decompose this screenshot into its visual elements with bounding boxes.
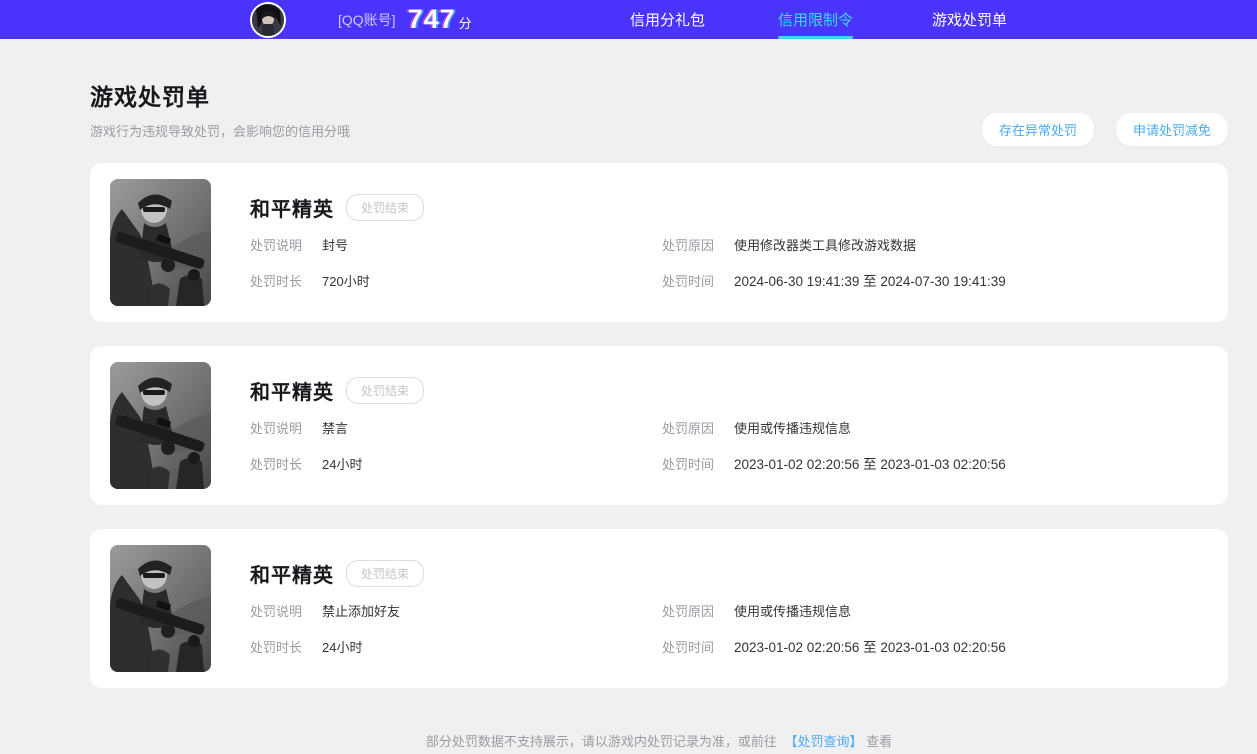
desc-label: 处罚说明 <box>250 604 303 619</box>
status-badge: 处罚结束 <box>346 377 425 404</box>
desc-label: 处罚说明 <box>250 421 303 436</box>
game-cover-image <box>110 179 211 306</box>
account-type-label: [QQ账号] <box>338 11 396 28</box>
penalty-card: 和平精英 处罚结束 处罚说明 禁止添加好友 处罚原因 使用或传播违规信息 处罚时… <box>90 529 1228 688</box>
time-label: 处罚时间 <box>662 639 715 655</box>
user-avatar[interactable] <box>250 2 286 38</box>
footer-text-before: 部分处罚数据不支持展示，请以游戏内处罚记录为准，或前往 <box>425 734 777 749</box>
penalty-card-body: 和平精英 处罚结束 处罚说明 封号 处罚原因 使用修改器类工具修改游戏数据 处罚… <box>250 179 1228 306</box>
penalty-card-body: 和平精英 处罚结束 处罚说明 禁止添加好友 处罚原因 使用或传播违规信息 处罚时… <box>250 545 1228 672</box>
tab-game-penalty[interactable]: 游戏处罚单 <box>932 0 1007 39</box>
duration-value: 720小时 <box>322 273 370 289</box>
reason-value: 使用修改器类工具修改游戏数据 <box>734 238 917 253</box>
duration-label: 处罚时长 <box>250 639 303 655</box>
status-badge: 处罚结束 <box>346 194 425 221</box>
desc-value: 封号 <box>322 238 349 253</box>
game-thumbnail <box>110 545 211 672</box>
abnormal-penalty-button[interactable]: 存在异常处罚 <box>981 113 1094 146</box>
time-label: 处罚时间 <box>662 273 715 289</box>
footer-text-after: 查看 <box>866 734 893 749</box>
tab-credit-gift[interactable]: 信用分礼包 <box>630 0 705 39</box>
game-name: 和平精英 <box>250 199 334 221</box>
credit-score: [QQ账号] 747 分 <box>338 0 472 39</box>
page-header: 游戏处罚单 游戏行为违规导致处罚，会影响您的信用分哦 存在异常处罚 申请处罚减免 <box>90 39 1228 146</box>
penalty-reduction-button[interactable]: 申请处罚减免 <box>1115 113 1228 146</box>
page-title: 游戏处罚单 <box>90 84 210 110</box>
reason-label: 处罚原因 <box>662 238 715 253</box>
reason-label: 处罚原因 <box>662 421 715 436</box>
tab-credit-restriction[interactable]: 信用限制令 <box>778 0 854 39</box>
duration-label: 处罚时长 <box>250 456 303 472</box>
penalty-card: 和平精英 处罚结束 处罚说明 禁言 处罚原因 使用或传播违规信息 处罚时长 24… <box>90 346 1228 505</box>
credit-score-value: 747 <box>407 4 456 34</box>
reason-value: 使用或传播违规信息 <box>734 604 852 619</box>
time-value: 2024-06-30 19:41:39 至 2024-07-30 19:41:3… <box>734 274 1006 289</box>
game-name: 和平精英 <box>250 565 334 587</box>
reason-value: 使用或传播违规信息 <box>734 421 852 436</box>
time-value: 2023-01-02 02:20:56 至 2023-01-03 02:20:5… <box>734 640 1006 655</box>
duration-label: 处罚时长 <box>250 273 303 289</box>
reason-label: 处罚原因 <box>662 604 715 619</box>
top-navbar: [QQ账号] 747 分 信用分礼包 信用限制令 游戏处罚单 <box>0 0 1257 39</box>
duration-value: 24小时 <box>322 639 363 655</box>
penalty-card: 和平精英 处罚结束 处罚说明 封号 处罚原因 使用修改器类工具修改游戏数据 处罚… <box>90 163 1228 322</box>
game-cover-image <box>110 362 211 489</box>
avatar-image <box>252 4 284 36</box>
game-thumbnail <box>110 179 211 306</box>
main-content: 游戏处罚单 游戏行为违规导致处罚，会影响您的信用分哦 存在异常处罚 申请处罚减免 <box>90 39 1228 750</box>
footer-note: 部分处罚数据不支持展示，请以游戏内处罚记录为准，或前往 【处罚查询】 查看 <box>90 731 1228 750</box>
time-label: 处罚时间 <box>662 456 715 472</box>
game-cover-image <box>110 545 211 672</box>
desc-label: 处罚说明 <box>250 238 303 253</box>
game-thumbnail <box>110 362 211 489</box>
duration-value: 24小时 <box>322 456 363 472</box>
game-name: 和平精英 <box>250 382 334 404</box>
desc-value: 禁言 <box>322 421 349 436</box>
desc-value: 禁止添加好友 <box>322 604 401 619</box>
penalty-card-body: 和平精英 处罚结束 处罚说明 禁言 处罚原因 使用或传播违规信息 处罚时长 24… <box>250 362 1228 489</box>
navbar-tabs: 信用分礼包 信用限制令 游戏处罚单 <box>630 0 1007 39</box>
header-buttons: 存在异常处罚 申请处罚减免 <box>981 113 1228 146</box>
time-value: 2023-01-02 02:20:56 至 2023-01-03 02:20:5… <box>734 457 1006 472</box>
credit-score-unit: 分 <box>458 16 472 31</box>
status-badge: 处罚结束 <box>346 560 425 587</box>
penalty-query-link[interactable]: 【处罚查询】 <box>784 734 862 749</box>
